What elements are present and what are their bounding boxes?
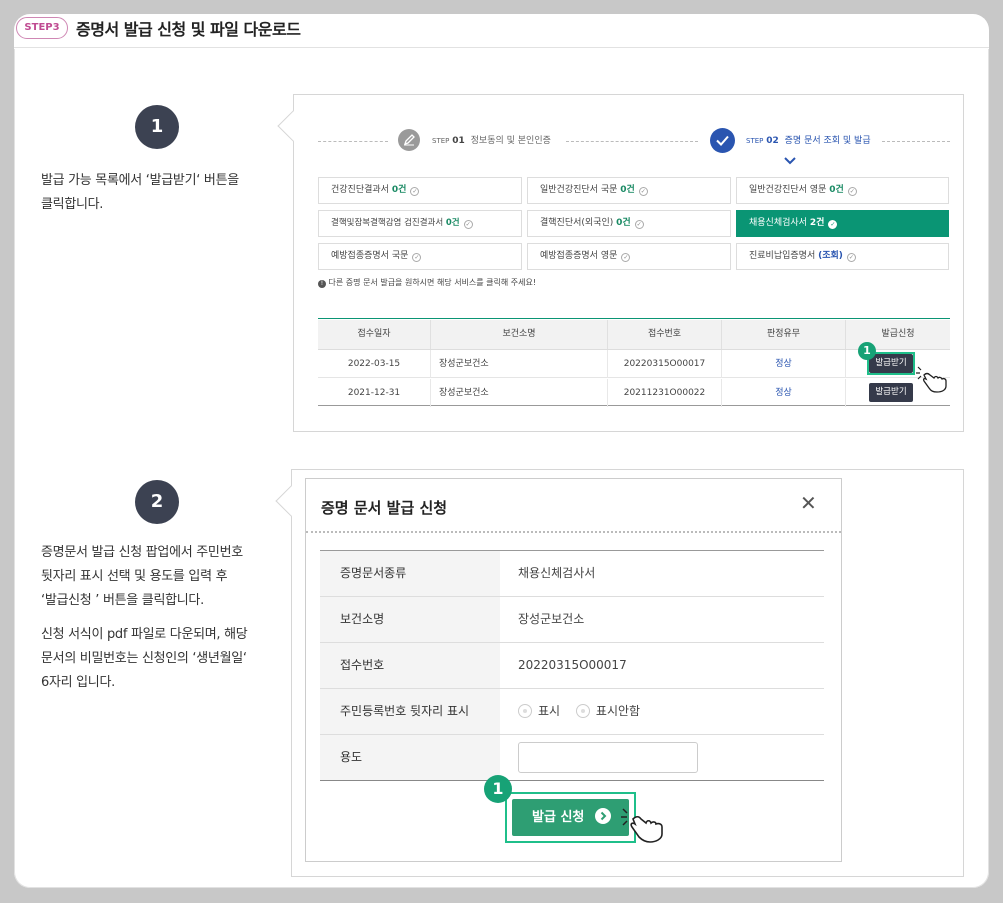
modal-title: 증명 문서 발급 신청 [321, 499, 448, 517]
table-header: 접수일자 [318, 320, 431, 349]
cert-item[interactable]: 건강진단결과서 0건 ✓ [318, 177, 522, 204]
submit-issue-button[interactable]: 발급 신청 [512, 799, 629, 836]
cert-item[interactable]: 예방접종증명서 영문 ✓ [527, 243, 731, 270]
edit-icon [398, 129, 420, 151]
desc-line: 발급 가능 목록에서 ‘발급받기‘ 버튼을 [41, 173, 239, 188]
check-circle-icon [710, 128, 735, 153]
step-badge: STEP3 [16, 17, 68, 39]
step-02-label: STEP 02 증명 문서 조회 및 발급 [746, 136, 871, 146]
close-icon[interactable]: ✕ [800, 491, 817, 515]
table-header: 접수번호 [608, 320, 722, 349]
result-table: 접수일자 보건소명 접수번호 판정유무 발급신청 2022-03-15 장성군보… [318, 318, 950, 407]
issue-request-modal: 증명 문서 발급 신청 ✕ 증명문서종류 채용신체검사서 보건소명 장성군보건소… [305, 478, 842, 862]
cert-item[interactable]: 일반건강진단서 국문 0건 ✓ [527, 177, 731, 204]
form-row: 주민등록번호 뒷자리 표시 표시 표시안함 [320, 689, 824, 735]
cert-item[interactable]: 진료비납입증명서 (조회) ✓ [736, 243, 949, 270]
callout-badge: 1 [858, 342, 876, 360]
issue-download-button[interactable]: 발급받기 [869, 383, 913, 402]
step-number-2: 2 [135, 480, 179, 524]
notice-text: ! 다른 증명 문서 발급을 원하시면 해당 서비스를 클릭해 주세요! [318, 277, 536, 288]
hand-pointer-icon [916, 363, 952, 397]
cert-item-selected[interactable]: 채용신체검사서 2건 ✓ [736, 210, 949, 237]
cert-item[interactable]: 일반건강진단서 영문 0건 ✓ [736, 177, 949, 204]
section1-description: 발급 가능 목록에서 ‘발급받기‘ 버튼을 클릭합니다. [41, 169, 239, 217]
callout-badge: 1 [484, 775, 512, 803]
radio-hide[interactable]: 표시안함 [575, 704, 640, 718]
form-row: 증명문서종류 채용신체검사서 [320, 551, 824, 597]
popup-panel: 증명 문서 발급 신청 ✕ 증명문서종류 채용신체검사서 보건소명 장성군보건소… [275, 469, 964, 877]
info-icon: ! [318, 280, 326, 288]
table-header: 판정유무 [722, 320, 846, 349]
chevron-down-icon [783, 151, 797, 170]
guide-card: STEP3 증명서 발급 신청 및 파일 다운로드 1 발급 가능 목록에서 ‘… [14, 14, 989, 888]
cert-item[interactable]: 결핵진단서(외국인) 0건 ✓ [527, 210, 731, 237]
form-row: 보건소명 장성군보건소 [320, 597, 824, 643]
table-header: 보건소명 [431, 320, 608, 349]
arrow-right-circle-icon [594, 808, 611, 824]
step-number-1: 1 [135, 105, 179, 149]
table-row: 2021-12-31 장성군보건소 20211231O00022 정상 [318, 379, 950, 407]
issue-download-button[interactable]: 발급받기 [869, 354, 913, 373]
step-title: 증명서 발급 신청 및 파일 다운로드 [76, 20, 301, 39]
hand-pointer-icon [621, 803, 671, 847]
result-list-panel: STEP 01 정보동의 및 본인인증 STEP 02 증명 문서 조회 및 발… [277, 94, 964, 432]
purpose-input[interactable] [518, 742, 698, 773]
guide-content: 1 발급 가능 목록에서 ‘발급받기‘ 버튼을 클릭합니다. STEP 01 정… [14, 49, 989, 888]
step-header: STEP3 증명서 발급 신청 및 파일 다운로드 [14, 14, 989, 48]
form-row: 접수번호 20220315O00017 [320, 643, 824, 689]
cert-item[interactable]: 예방접종증명서 국문 ✓ [318, 243, 522, 270]
desc-line: 클릭합니다. [41, 197, 104, 212]
form-row: 용도 [320, 735, 824, 781]
section2-description: 증명문서 발급 신청 팝업에서 주민번호 뒷자리 표시 선택 및 용도를 입력 … [41, 545, 248, 690]
table-row: 2022-03-15 장성군보건소 20220315O00017 정상 [318, 350, 950, 378]
radio-show[interactable]: 표시 [518, 704, 560, 718]
cert-item[interactable]: 결핵및잠복결핵감염 검진결과서 0건 ✓ [318, 210, 522, 237]
step-01-label: STEP 01 정보동의 및 본인인증 [432, 136, 551, 146]
